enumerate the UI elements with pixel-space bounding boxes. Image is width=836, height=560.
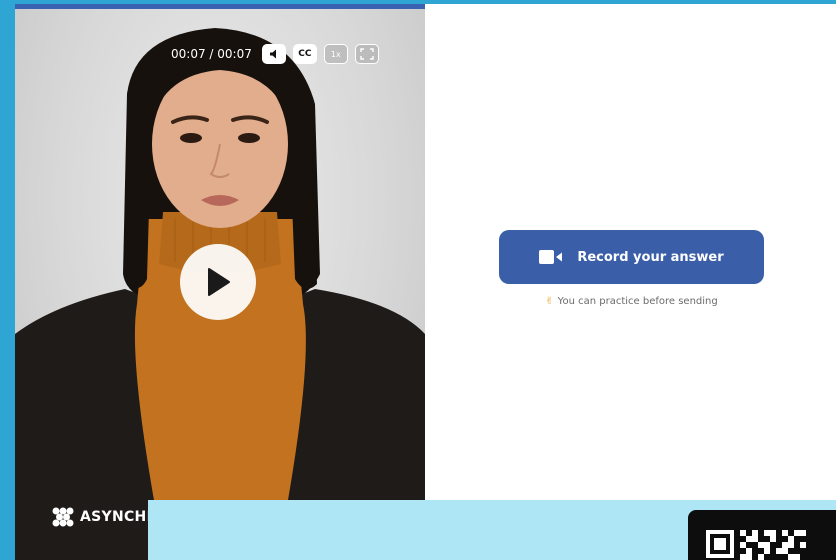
- victory-hand-icon: ✌: [545, 296, 554, 307]
- fullscreen-button[interactable]: [354, 44, 379, 64]
- record-answer-button[interactable]: Record your answer: [499, 230, 764, 284]
- video-time: 00:07 / 00:07: [171, 47, 252, 61]
- qr-code: [688, 510, 836, 560]
- play-button[interactable]: [180, 244, 256, 320]
- brand-logo: ASYNCHE: [51, 506, 156, 528]
- bottom-banner: [148, 500, 836, 560]
- answer-panel: Record your answer ✌ You can practice bef…: [425, 4, 836, 560]
- qr-code-icon: [706, 530, 806, 560]
- speaker-icon: [269, 49, 276, 59]
- playback-speed-button[interactable]: 1x: [323, 44, 348, 64]
- mute-button[interactable]: [261, 44, 286, 64]
- video-controls: 00:07 / 00:07 CC 1x: [171, 42, 386, 66]
- record-answer-label: Record your answer: [577, 249, 724, 265]
- video-player[interactable]: 00:07 / 00:07 CC 1x ASYNCHE: [15, 4, 425, 560]
- practice-hint-text: You can practice before sending: [557, 296, 718, 307]
- brand-mark-icon: [52, 507, 74, 527]
- page: 00:07 / 00:07 CC 1x ASYNCHE Record your …: [0, 0, 836, 560]
- play-icon: [208, 268, 230, 296]
- fullscreen-icon: [360, 48, 374, 60]
- captions-button[interactable]: CC: [292, 44, 317, 64]
- practice-hint: ✌ You can practice before sending: [499, 296, 764, 307]
- brand-name: ASYNCHE: [80, 509, 157, 525]
- video-camera-icon: [539, 250, 563, 264]
